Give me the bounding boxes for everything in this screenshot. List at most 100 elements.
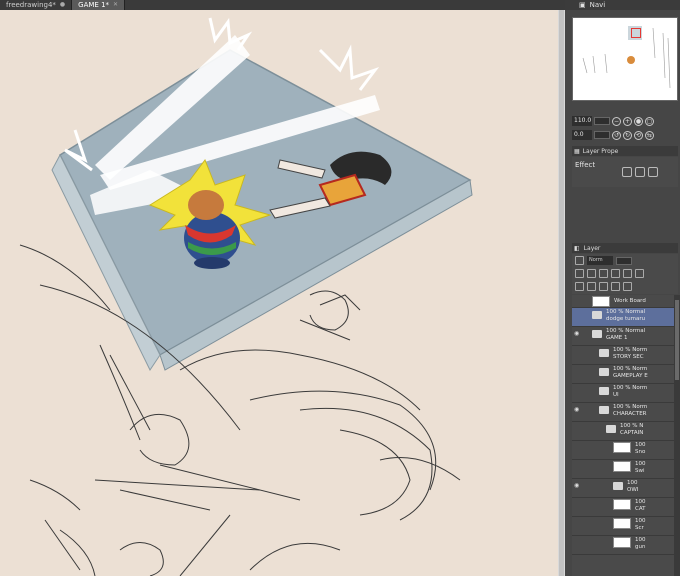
layer-opacity: 100 % Normal [606, 309, 646, 315]
layer-row[interactable]: 100 Sno [572, 441, 674, 460]
layer-row[interactable]: 100 CAT [572, 498, 674, 517]
layer-thumbnail [613, 537, 631, 548]
rotation-slider[interactable] [594, 131, 610, 139]
layer-list-scrollbar[interactable] [674, 295, 680, 576]
navigator-icon: ▣ [579, 1, 586, 9]
layer-row[interactable]: ◉ 100 OWI [572, 479, 674, 498]
layer-opacity: 100 [635, 518, 646, 524]
eye-hidden-icon[interactable] [574, 425, 581, 432]
layer-row[interactable]: 100 % N CAPTAIN [572, 422, 674, 441]
new-folder-icon[interactable] [599, 282, 608, 291]
fit-icon[interactable]: ▢ [645, 116, 654, 126]
rotate-right-icon[interactable]: ↻ [623, 130, 632, 140]
layer-property-title: Layer Prope [582, 147, 619, 155]
layer-thumbnail [613, 461, 631, 472]
layer-thumbnail [613, 442, 631, 453]
close-icon[interactable]: ● [60, 0, 65, 10]
layer-thumbnail [613, 499, 631, 510]
drawing-canvas[interactable] [0, 10, 558, 576]
eye-hidden-icon[interactable] [574, 298, 581, 305]
eye-hidden-icon[interactable] [574, 387, 581, 394]
new-vector-icon[interactable] [587, 282, 596, 291]
canvas-artwork [19, 17, 473, 576]
layer-opacity: 100 % Norm [613, 347, 648, 353]
layer-row[interactable]: Work Board [572, 295, 674, 308]
app-window: freedrawing4* ● GAME 1* ✕ ▣ Navi 110.0 −… [0, 0, 680, 576]
layer-thumbnail [592, 296, 610, 307]
actual-size-icon[interactable]: ● [634, 116, 643, 126]
layer-row[interactable]: ◉ 100 % Norm CHARACTER [572, 403, 674, 422]
rotation-value[interactable]: 0.0 [572, 130, 592, 140]
eye-icon[interactable]: ◉ [574, 482, 581, 489]
layer-property-header: ▦ Layer Prope [572, 146, 678, 156]
layer-row[interactable]: 100 % Norm STORY SEC [572, 346, 674, 365]
layer-list: Work Board 100 % Normal dodge tumaru ◉ 100 %… [572, 295, 674, 576]
draft-icon[interactable] [611, 269, 620, 278]
close-icon[interactable]: ✕ [113, 0, 118, 10]
palette-icon[interactable] [635, 269, 644, 278]
scrollbar-thumb[interactable] [559, 10, 564, 576]
tone-effect-icon[interactable] [635, 167, 645, 177]
layer-name: Sno [635, 449, 646, 455]
folder-icon [613, 482, 623, 490]
folder-icon [606, 425, 616, 433]
reset-rotation-icon[interactable]: ⟲ [634, 130, 643, 140]
layer-row[interactable]: 100 Scr [572, 517, 674, 536]
eye-hidden-icon[interactable] [574, 463, 581, 470]
layer-menu-icon[interactable] [575, 256, 584, 265]
layer-opacity: 100 % Normal [606, 328, 646, 334]
navigator-view-frame[interactable] [631, 28, 641, 38]
layer-row[interactable]: 100 % Norm UI [572, 384, 674, 403]
border-effect-icon[interactable] [622, 167, 632, 177]
folder-icon [599, 406, 609, 414]
new-raster-icon[interactable] [575, 282, 584, 291]
properties-icon: ▦ [574, 147, 580, 155]
tab-freedrawing4[interactable]: freedrawing4* ● [0, 0, 73, 10]
clip-icon[interactable] [587, 269, 596, 278]
merge-icon[interactable] [611, 282, 620, 291]
eye-hidden-icon[interactable] [574, 444, 581, 451]
layer-row[interactable]: 100 gun [572, 536, 674, 555]
layer-opacity: 100 % Norm [613, 366, 648, 372]
layer-opacity: 100 [635, 461, 646, 467]
layer-name: dodge tumaru [606, 316, 646, 322]
reference-icon[interactable] [599, 269, 608, 278]
zoom-slider[interactable] [594, 117, 610, 125]
layer-opacity: 100 [635, 442, 646, 448]
layer-row[interactable]: 100 % Norm GAMEPLAY E [572, 365, 674, 384]
eye-hidden-icon[interactable] [574, 501, 581, 508]
right-panel: ▣ Navi 110.0 − + ● ▢ 0.0 ↺ ↻ ⟲ ⇆ ▦ Layer… [565, 0, 680, 576]
delete-icon[interactable] [623, 282, 632, 291]
eye-hidden-icon[interactable] [574, 311, 581, 318]
lock-icon[interactable] [575, 269, 584, 278]
effect-label: Effect [575, 161, 596, 169]
eye-hidden-icon[interactable] [574, 368, 581, 375]
layer-opacity: 100 % Norm [613, 404, 648, 410]
eye-hidden-icon[interactable] [574, 539, 581, 546]
rotate-left-icon[interactable]: ↺ [612, 130, 621, 140]
flip-icon[interactable]: ⇆ [645, 130, 654, 140]
layer-row[interactable]: 100 Swi [572, 460, 674, 479]
zoom-in-icon[interactable]: + [623, 116, 632, 126]
navigator-preview[interactable] [572, 17, 678, 101]
canvas-vertical-scrollbar[interactable] [558, 10, 565, 576]
blend-mode-select[interactable]: Norm [587, 256, 613, 265]
opacity-slider[interactable] [616, 256, 632, 265]
navigator-controls: 110.0 − + ● ▢ 0.0 ↺ ↻ ⟲ ⇆ [572, 115, 678, 143]
scrollbar-thumb[interactable] [675, 300, 679, 380]
zoom-out-icon[interactable]: − [612, 116, 621, 126]
eye-hidden-icon[interactable] [574, 349, 581, 356]
eye-icon[interactable]: ◉ [574, 330, 581, 337]
layer-color-icon[interactable] [648, 167, 658, 177]
eye-icon[interactable]: ◉ [574, 406, 581, 413]
layer-row[interactable]: ◉ 100 % Normal GAME 1 [572, 327, 674, 346]
tab-game-1[interactable]: GAME 1* ✕ [72, 0, 126, 10]
mask-icon[interactable] [623, 269, 632, 278]
navigator-header: ▣ Navi [565, 0, 680, 10]
layer-row[interactable]: 100 % Normal dodge tumaru [572, 308, 674, 327]
layer-name: Scr [635, 525, 644, 531]
layer-toolbar: Norm [572, 254, 678, 294]
eye-hidden-icon[interactable] [574, 520, 581, 527]
zoom-value[interactable]: 110.0 [572, 116, 592, 126]
character-head [188, 190, 224, 220]
